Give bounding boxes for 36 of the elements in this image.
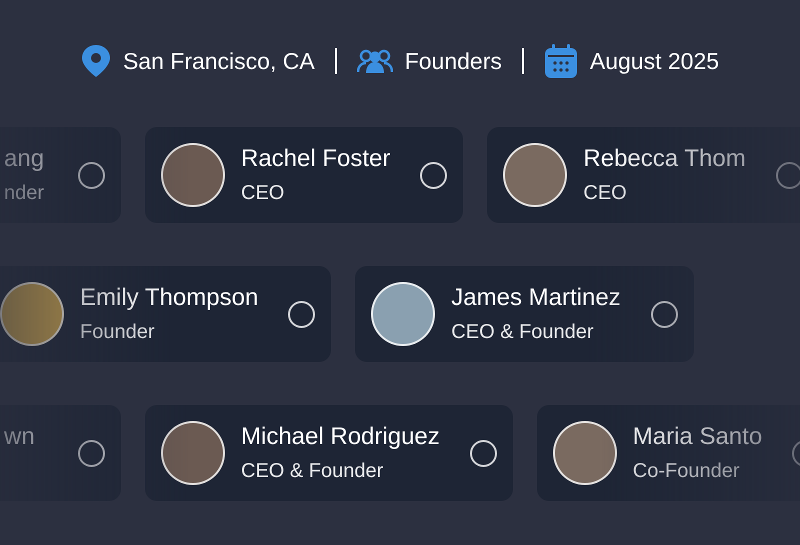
profile-card[interactable]: Maria Santo Co-Founder: [536, 405, 800, 501]
person-role: CEO & Founder: [241, 459, 384, 484]
radio-button[interactable]: [650, 300, 678, 328]
location-pin-icon: [80, 44, 111, 78]
radio-button[interactable]: [78, 162, 105, 188]
profile-card[interactable]: Rachel Foster CEO: [145, 127, 464, 223]
radio-button[interactable]: [776, 162, 800, 188]
person-role: CEO: [241, 181, 286, 206]
person-role: CEO & Founder: [451, 320, 595, 345]
person-name: Rachel Foster: [241, 144, 390, 174]
header-label: August 2025: [590, 46, 720, 76]
calendar-icon: [544, 43, 578, 79]
profile-card[interactable]: ang nder: [0, 127, 121, 223]
radio-button[interactable]: [78, 440, 105, 466]
person-name: James Martinez: [451, 283, 621, 313]
profile-card[interactable]: James Martinez CEO & Founder: [355, 266, 694, 362]
header-label: San Francisco, CA: [122, 46, 315, 76]
header-label: Founders: [404, 46, 502, 76]
radio-button[interactable]: [420, 162, 448, 188]
person-name: ang: [4, 144, 46, 174]
person-role: Co-Founder: [632, 459, 740, 484]
person-name: Rebecca Thom: [583, 144, 746, 174]
radio-button[interactable]: [470, 440, 497, 466]
profile-card[interactable]: wn: [0, 405, 121, 501]
person-role: CEO: [583, 181, 628, 206]
person-name: Michael Rodriguez: [241, 422, 440, 452]
person-name: Maria Santo: [632, 422, 762, 452]
profile-card[interactable]: Michael Rodriguez CEO & Founder: [145, 405, 513, 501]
profile-card[interactable]: Emily Thompson Founder: [0, 266, 332, 362]
person-role: Founder: [80, 320, 156, 345]
profile-card[interactable]: Rebecca Thom CEO: [487, 127, 800, 223]
person-role: nder: [4, 181, 46, 206]
radio-button[interactable]: [288, 300, 316, 328]
people-icon: [356, 48, 393, 74]
person-name: Emily Thompson: [80, 283, 258, 313]
person-name: wn: [4, 422, 36, 452]
